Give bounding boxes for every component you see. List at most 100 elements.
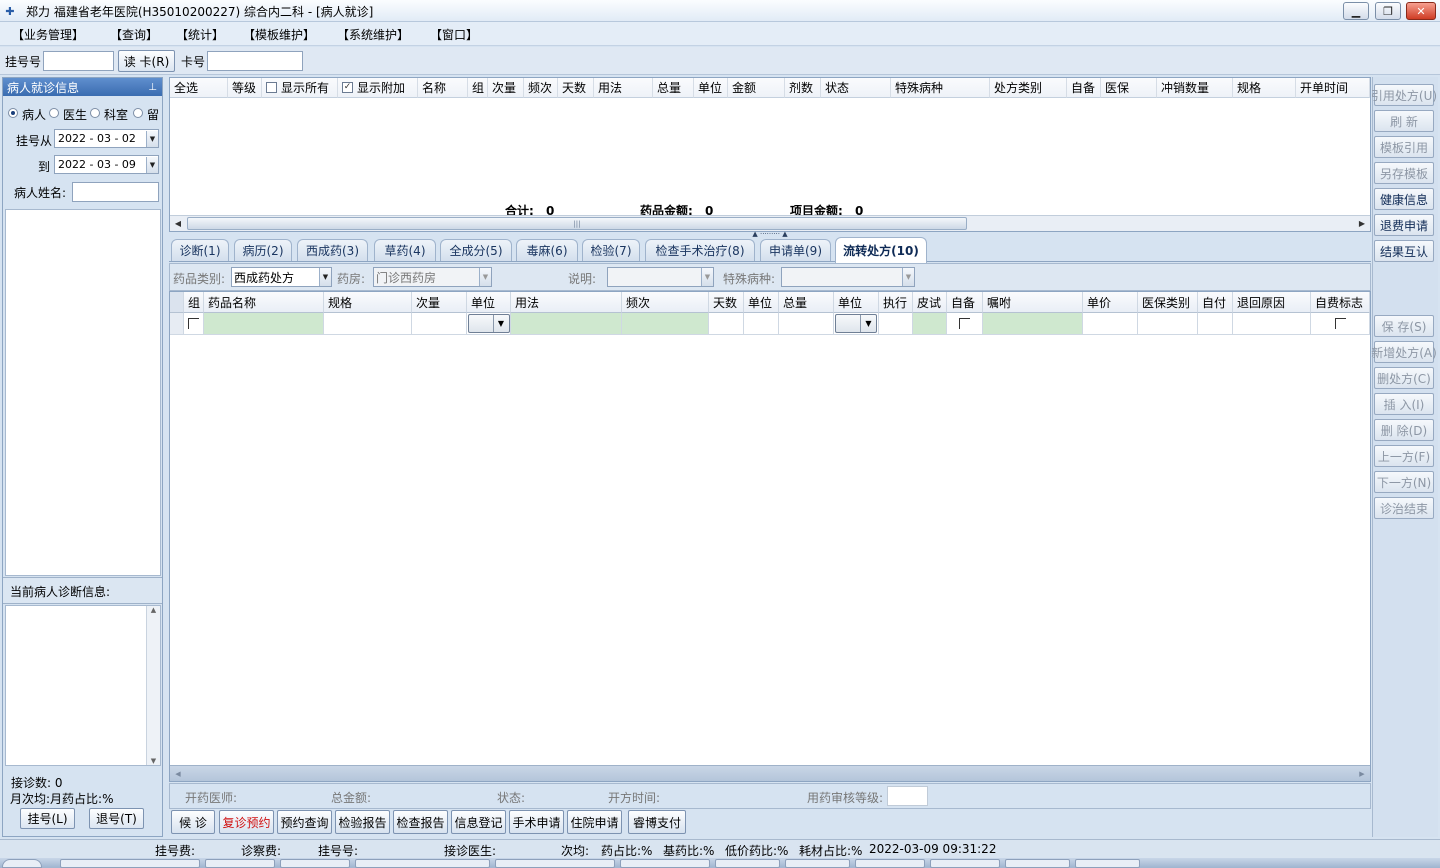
minimize-button[interactable]: ▁ xyxy=(1343,2,1369,20)
appointment-query-button[interactable]: 预约查询 xyxy=(277,810,332,834)
template-quote-button[interactable]: 模板引用 xyxy=(1374,136,1434,158)
unregister-button[interactable]: 退号(T) xyxy=(89,808,144,829)
note-select[interactable]: ▼ xyxy=(607,267,714,287)
menu-stats[interactable]: 【统计】 xyxy=(176,26,224,43)
table-cell-frequency[interactable] xyxy=(622,313,709,335)
taskbar-app[interactable] xyxy=(355,859,490,868)
chevron-down-icon[interactable]: ▼ xyxy=(479,268,491,286)
scroll-right-icon[interactable]: ▶ xyxy=(1356,767,1368,780)
chevron-down-icon[interactable]: ▼ xyxy=(902,268,914,286)
read-card-button[interactable]: 读 卡(R) xyxy=(118,50,175,72)
taskbar-app[interactable] xyxy=(280,859,350,868)
health-info-button[interactable]: 健康信息 xyxy=(1374,188,1434,210)
delete-button[interactable]: 删 除(D) xyxy=(1374,419,1434,441)
result-recognition-button[interactable]: 结果互认 xyxy=(1374,240,1434,262)
taskbar-app[interactable] xyxy=(1075,859,1140,868)
taskbar-app[interactable] xyxy=(715,859,780,868)
tab-lab-test[interactable]: 检验(7) xyxy=(582,239,640,261)
chevron-down-icon[interactable]: ▼ xyxy=(146,156,158,173)
table-cell-return-reason[interactable] xyxy=(1233,313,1311,335)
scroll-right-icon[interactable]: ▶ xyxy=(1356,217,1368,230)
chevron-down-icon[interactable]: ▼ xyxy=(492,315,509,332)
menu-template[interactable]: 【模板维护】 xyxy=(243,26,315,43)
show-extra-toggle[interactable]: ✓ 显示附加 xyxy=(338,78,418,98)
col-select-all[interactable]: 全选 xyxy=(170,78,228,98)
table-cell-execute[interactable] xyxy=(879,313,913,335)
table-cell-dose-unit[interactable]: ▼ xyxy=(467,313,511,335)
taskbar-app[interactable] xyxy=(495,859,615,868)
reg-no-input[interactable] xyxy=(43,51,114,71)
taskbar-app[interactable] xyxy=(930,859,1000,868)
tab-application[interactable]: 申请单(9) xyxy=(760,239,831,261)
menu-system[interactable]: 【系统维护】 xyxy=(337,26,409,43)
table-cell-total[interactable] xyxy=(779,313,834,335)
info-register-button[interactable]: 信息登记 xyxy=(451,810,506,834)
restore-button[interactable]: ❐ xyxy=(1375,2,1401,20)
tab-herbal[interactable]: 草药(4) xyxy=(374,239,436,261)
menu-business[interactable]: 【业务管理】 xyxy=(12,26,84,43)
table-cell-self-provided[interactable] xyxy=(947,313,983,335)
refund-request-button[interactable]: 退费申请 xyxy=(1374,214,1434,236)
tab-narcotic[interactable]: 毒麻(6) xyxy=(516,239,578,261)
dose-unit-select[interactable]: ▼ xyxy=(467,314,510,333)
patient-name-input[interactable] xyxy=(72,182,159,202)
taskbar-app[interactable] xyxy=(205,859,275,868)
table-cell-days[interactable] xyxy=(709,313,744,335)
table-cell-self-pay-flag[interactable] xyxy=(1311,313,1370,335)
table-cell-insurance-type[interactable] xyxy=(1138,313,1198,335)
chevron-down-icon[interactable]: ▼ xyxy=(319,268,331,286)
scroll-left-icon[interactable]: ◀ xyxy=(172,767,184,780)
top-grid-hscrollbar[interactable]: ◀ ||| ▶ xyxy=(170,215,1370,231)
scroll-down-icon[interactable]: ▼ xyxy=(151,757,156,765)
ruibo-pay-button[interactable]: 睿博支付 xyxy=(628,810,686,834)
date-to-picker[interactable]: 2022 - 03 - 09 ▼ xyxy=(54,155,159,174)
table-cell-unit-price[interactable] xyxy=(1083,313,1138,335)
drug-type-select[interactable]: 西成药处方 ▼ xyxy=(231,267,332,287)
table-cell-drug-name[interactable] xyxy=(204,313,324,335)
menu-query[interactable]: 【查询】 xyxy=(110,26,158,43)
surgery-request-button[interactable]: 手术申请 xyxy=(509,810,564,834)
waiting-button[interactable]: 候 诊 xyxy=(171,810,215,834)
taskbar-app[interactable] xyxy=(855,859,925,868)
new-prescription-button[interactable]: 新增处方(A) xyxy=(1371,341,1437,363)
menu-window[interactable]: 【窗口】 xyxy=(430,26,478,43)
scroll-up-icon[interactable]: ▲ xyxy=(151,606,156,614)
quote-prescription-button[interactable]: 引用处方(U) xyxy=(1371,84,1437,106)
table-cell-instruction[interactable] xyxy=(983,313,1083,335)
tab-exam-surgery[interactable]: 检查手术治疗(8) xyxy=(645,239,755,261)
table-cell-total-unit[interactable]: ▼ xyxy=(834,313,879,335)
diagnosis-scrollbar[interactable]: ▲ ▼ xyxy=(146,606,160,765)
save-button[interactable]: 保 存(S) xyxy=(1374,315,1434,337)
radio-stay[interactable] xyxy=(133,108,143,118)
exam-report-button[interactable]: 检查报告 xyxy=(393,810,448,834)
audit-level-field[interactable] xyxy=(887,786,928,806)
card-no-input[interactable] xyxy=(207,51,303,71)
table-cell-usage[interactable] xyxy=(511,313,622,335)
self-pay-checkbox[interactable] xyxy=(1334,318,1346,329)
radio-patient[interactable] xyxy=(8,108,18,118)
patient-list[interactable] xyxy=(5,209,161,576)
show-all-checkbox[interactable] xyxy=(266,82,277,93)
taskbar-app[interactable] xyxy=(60,859,200,868)
prescription-detail-grid[interactable]: 组 药品名称 规格 次量 单位 用法 频次 天数 单位 总量 单位 执行 皮试 … xyxy=(169,291,1371,782)
tab-full-ingredient[interactable]: 全成分(5) xyxy=(440,239,512,261)
show-extra-checkbox[interactable]: ✓ xyxy=(342,82,353,93)
pin-icon[interactable]: ⊥ xyxy=(148,82,157,93)
taskbar-app[interactable] xyxy=(620,859,710,868)
chevron-down-icon[interactable]: ▼ xyxy=(146,130,158,147)
next-prescription-button[interactable]: 下一方(N) xyxy=(1374,471,1434,493)
taskbar-app[interactable] xyxy=(785,859,850,868)
show-all-toggle[interactable]: 显示所有 xyxy=(262,78,338,98)
previous-prescription-button[interactable]: 上一方(F) xyxy=(1374,445,1434,467)
table-cell-days-unit[interactable] xyxy=(744,313,779,335)
total-unit-select[interactable]: ▼ xyxy=(835,314,877,333)
scroll-thumb[interactable]: ||| xyxy=(187,217,967,230)
tab-western-medicine[interactable]: 西成药(3) xyxy=(297,239,368,261)
tab-diagnosis[interactable]: 诊断(1) xyxy=(171,239,229,261)
tab-transfer-prescription[interactable]: 流转处方(10) xyxy=(835,237,927,263)
chevron-down-icon[interactable]: ▼ xyxy=(860,315,876,332)
scroll-left-icon[interactable]: ◀ xyxy=(172,217,184,230)
special-disease-select[interactable]: ▼ xyxy=(781,267,915,287)
table-cell-copay[interactable] xyxy=(1198,313,1233,335)
lab-report-button[interactable]: 检验报告 xyxy=(335,810,390,834)
